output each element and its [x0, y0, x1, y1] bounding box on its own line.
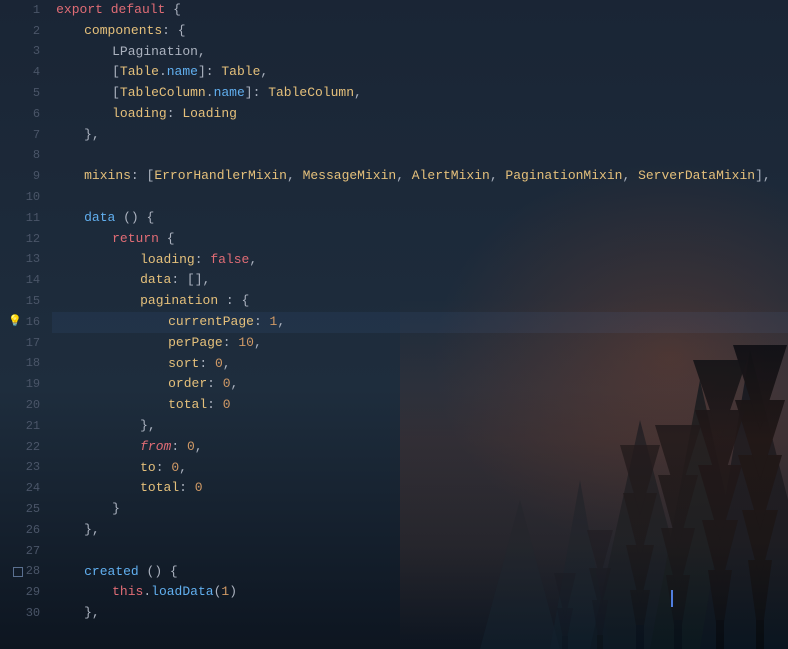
- line-number-24: 24: [8, 478, 44, 499]
- code-line-11: data () {: [56, 208, 772, 229]
- code-lines[interactable]: export default {components: {LPagination…: [52, 0, 788, 649]
- line-number-14: 14: [8, 270, 44, 291]
- line-number-11: 11: [8, 208, 44, 229]
- line-number-22: 22: [8, 437, 44, 458]
- code-line-8: [56, 146, 772, 167]
- code-line-9: mixins: [ErrorHandlerMixin, MessageMixin…: [56, 166, 772, 187]
- line-number-9: 9: [8, 166, 44, 187]
- line-number-21: 21: [8, 416, 44, 437]
- code-line-15: pagination : {: [56, 291, 772, 312]
- code-line-30: },: [56, 603, 772, 624]
- line-numbers: 123456789101112131415💡161718192021222324…: [0, 0, 52, 649]
- line-number-15: 15: [8, 291, 44, 312]
- code-line-22: from: 0,: [56, 437, 772, 458]
- code-line-29: this.loadData(1): [56, 582, 772, 603]
- code-line-7: },: [56, 125, 772, 146]
- code-line-14: data: [],: [56, 270, 772, 291]
- line-number-6: 6: [8, 104, 44, 125]
- code-line-20: total: 0: [56, 395, 772, 416]
- code-line-26: },: [56, 520, 772, 541]
- code-line-28: created () {: [56, 562, 772, 583]
- line-number-23: 23: [8, 458, 44, 479]
- line-number-1: 1: [8, 0, 44, 21]
- code-line-27: [56, 541, 772, 562]
- code-content: 123456789101112131415💡161718192021222324…: [0, 0, 788, 649]
- code-line-24: total: 0: [56, 478, 772, 499]
- line-number-19: 19: [8, 374, 44, 395]
- line-number-5: 5: [8, 83, 44, 104]
- code-line-12: return {: [56, 229, 772, 250]
- line-number-7: 7: [8, 125, 44, 146]
- line-number-30: 30: [8, 603, 44, 624]
- lightbulb-icon[interactable]: 💡: [8, 314, 22, 332]
- line-number-27: 27: [8, 541, 44, 562]
- code-line-1: export default {: [56, 0, 772, 21]
- code-line-23: to: 0,: [56, 458, 772, 479]
- line-number-18: 18: [8, 354, 44, 375]
- code-line-2: components: {: [56, 21, 772, 42]
- code-line-17: perPage: 10,: [56, 333, 772, 354]
- code-line-19: order: 0,: [56, 374, 772, 395]
- code-line-13: loading: false,: [56, 250, 772, 271]
- line-number-4: 4: [8, 62, 44, 83]
- line-number-28: 28: [8, 562, 44, 583]
- code-line-6: loading: Loading: [56, 104, 772, 125]
- line-number-17: 17: [8, 333, 44, 354]
- code-line-16: currentPage: 1,: [52, 312, 788, 333]
- code-line-10: [56, 187, 772, 208]
- code-editor: 123456789101112131415💡161718192021222324…: [0, 0, 788, 649]
- code-line-5: [TableColumn.name]: TableColumn,: [56, 83, 772, 104]
- line-number-2: 2: [8, 21, 44, 42]
- code-line-4: [Table.name]: Table,: [56, 62, 772, 83]
- line-number-12: 12: [8, 229, 44, 250]
- line-number-16: 💡16: [8, 312, 44, 333]
- line-number-13: 13: [8, 250, 44, 271]
- line-number-10: 10: [8, 187, 44, 208]
- line-number-8: 8: [8, 146, 44, 167]
- code-line-21: },: [56, 416, 772, 437]
- line-number-20: 20: [8, 395, 44, 416]
- code-line-25: }: [56, 499, 772, 520]
- code-line-3: LPagination,: [56, 42, 772, 63]
- code-line-18: sort: 0,: [56, 354, 772, 375]
- line-number-26: 26: [8, 520, 44, 541]
- line-number-3: 3: [8, 42, 44, 63]
- collapse-icon[interactable]: [13, 567, 23, 577]
- line-number-25: 25: [8, 499, 44, 520]
- line-number-29: 29: [8, 582, 44, 603]
